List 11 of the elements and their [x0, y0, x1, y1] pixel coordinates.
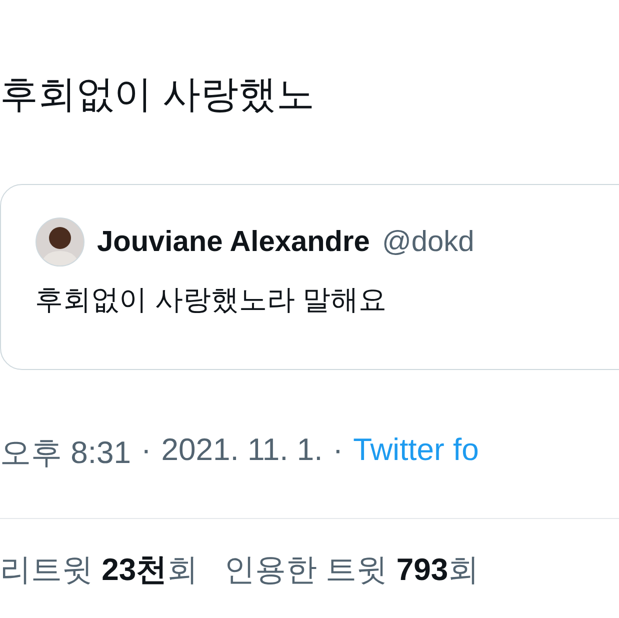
separator-dot: · — [140, 432, 152, 469]
tweet-date: 2021. 11. 1. — [161, 432, 323, 469]
separator-dot: · — [332, 432, 344, 469]
author-handle: @dokd — [382, 226, 474, 258]
tweet-text: 후회없이 사랑했노 — [0, 73, 316, 118]
stat-count[interactable]: 리트윗 23천회 — [0, 549, 198, 591]
quoted-tweet-text: 후회없이 사랑했노라 말해요 — [35, 283, 388, 317]
stat-count[interactable]: 인용한 트윗 793회 — [224, 549, 480, 591]
author-name: Jouviane Alexandre — [97, 226, 370, 258]
tweet-time: 오후 8:31 — [0, 434, 131, 472]
quoted-tweet-card[interactable]: Jouviane Alexandre @dokd 후회없이 사랑했노라 말해요 — [0, 184, 619, 370]
